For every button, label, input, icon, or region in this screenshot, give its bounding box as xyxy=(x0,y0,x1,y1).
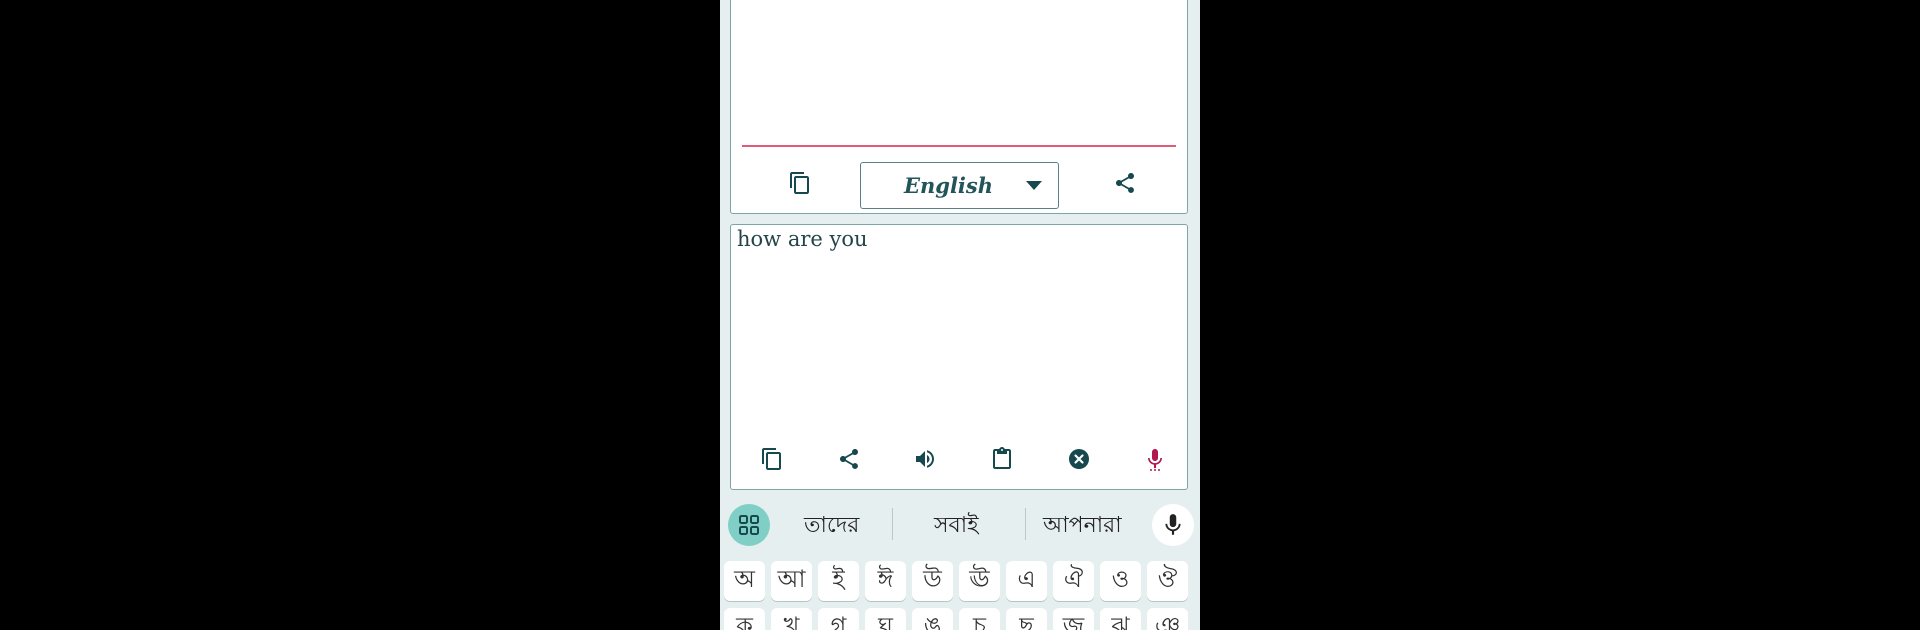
chevron-down-icon xyxy=(1026,181,1042,190)
suggestion-2[interactable]: সবাই xyxy=(934,508,979,545)
source-text[interactable]: how are you xyxy=(737,227,868,251)
keyboard-menu-button[interactable] xyxy=(728,504,770,546)
suggestion-3[interactable]: আপনারা xyxy=(1043,508,1122,545)
key[interactable]: জ xyxy=(1053,608,1094,630)
microphone-icon xyxy=(1165,514,1181,535)
clipboard-icon xyxy=(993,447,1011,469)
key[interactable]: চ xyxy=(959,608,1000,630)
key[interactable]: উ xyxy=(912,561,953,601)
keyboard-suggestion-bar: তাদের সবাই আপনারা xyxy=(720,496,1200,552)
key[interactable]: খ xyxy=(771,608,812,630)
volume-icon xyxy=(916,450,934,468)
keyboard-voice-button[interactable] xyxy=(1152,504,1194,546)
share-icon xyxy=(840,449,858,469)
key[interactable]: ছ xyxy=(1006,608,1047,630)
copy-icon xyxy=(762,448,781,470)
voice-input-button[interactable] xyxy=(1137,441,1173,477)
key[interactable]: ঐ xyxy=(1053,561,1094,601)
translation-output-card: English xyxy=(730,0,1188,214)
key[interactable]: ঔ xyxy=(1147,561,1188,601)
divider xyxy=(1025,508,1026,540)
key[interactable]: ই xyxy=(818,561,859,601)
key[interactable]: ও xyxy=(1100,561,1141,601)
keyboard-row-2: ক খ গ ঘ ঙ চ ছ জ ঝ ঞ xyxy=(724,608,1196,630)
key[interactable]: ঝ xyxy=(1100,608,1141,630)
key[interactable]: ঘ xyxy=(865,608,906,630)
copy-input-button[interactable] xyxy=(754,441,790,477)
share-icon xyxy=(1116,173,1134,193)
copy-output-button[interactable] xyxy=(782,165,818,201)
key[interactable]: ঊ xyxy=(959,561,1000,601)
key[interactable]: ঞ xyxy=(1147,608,1188,630)
paste-button[interactable] xyxy=(984,441,1020,477)
speak-button[interactable] xyxy=(907,441,943,477)
grid-icon xyxy=(739,515,759,535)
key[interactable]: অ xyxy=(724,561,765,601)
keyboard-row-1: অ আ ই ঈ উ ঊ এ ঐ ও ঔ xyxy=(724,561,1196,605)
key[interactable]: আ xyxy=(771,561,812,601)
source-input-card[interactable]: how are you xyxy=(730,224,1188,490)
key[interactable]: এ xyxy=(1006,561,1047,601)
focus-underline xyxy=(742,145,1176,147)
key[interactable]: ঙ xyxy=(912,608,953,630)
key[interactable]: গ xyxy=(818,608,859,630)
microphone-icon xyxy=(1148,449,1162,471)
key[interactable]: ক xyxy=(724,608,765,630)
suggestion-1[interactable]: তাদের xyxy=(804,508,859,545)
divider xyxy=(892,508,893,540)
selected-language: English xyxy=(903,173,993,198)
close-circle-icon xyxy=(1069,449,1089,469)
app-screen: English how are you তাদের সবাই আপনারা অ … xyxy=(720,0,1200,630)
target-language-dropdown[interactable]: English xyxy=(860,162,1059,209)
copy-icon xyxy=(790,172,809,194)
share-output-button[interactable] xyxy=(1107,165,1143,201)
key[interactable]: ঈ xyxy=(865,561,906,601)
share-input-button[interactable] xyxy=(831,441,867,477)
clear-button[interactable] xyxy=(1061,441,1097,477)
